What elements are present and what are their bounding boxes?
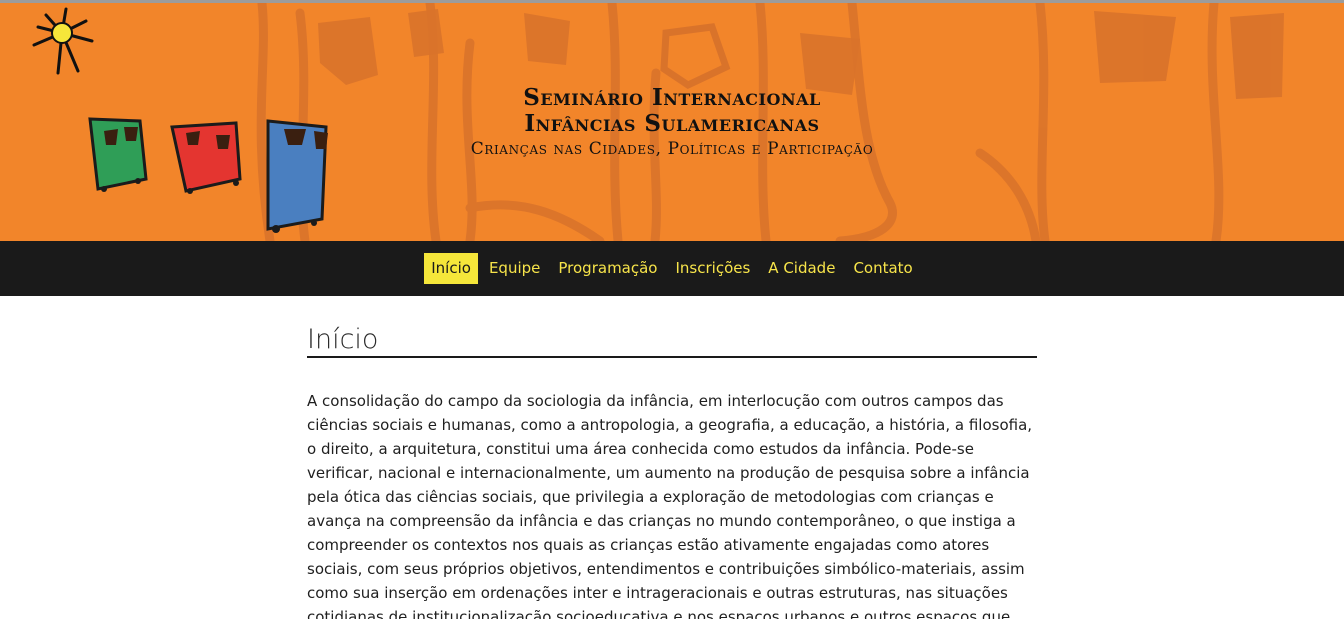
nav-item-a-cidade[interactable]: A Cidade [761,253,842,284]
page-title: Início [307,324,1037,358]
header-banner: Seminário Internacional Infâncias Sulame… [0,3,1344,241]
nav-item-equipe[interactable]: Equipe [482,253,547,284]
intro-paragraph: A consolidação do campo da sociologia da… [307,392,1033,619]
site-title-line1: Seminário Internacional [523,84,821,111]
main-nav: Início Equipe Programação Inscrições A C… [0,241,1344,296]
nav-item-inscricoes[interactable]: Inscrições [669,253,758,284]
site-title-line2: Infâncias Sulamericanas [524,110,820,137]
nav-item-inicio[interactable]: Início [424,253,478,284]
sun-icon [32,7,94,75]
site-subtitle: Crianças nas Cidades, Políticas e Partic… [470,139,874,159]
main-content: Início A consolidação do campo da sociol… [307,296,1037,619]
site-title-block: Seminário Internacional Infâncias Sulame… [0,85,1344,161]
nav-item-contato[interactable]: Contato [846,253,919,284]
nav-item-programacao[interactable]: Programação [551,253,664,284]
